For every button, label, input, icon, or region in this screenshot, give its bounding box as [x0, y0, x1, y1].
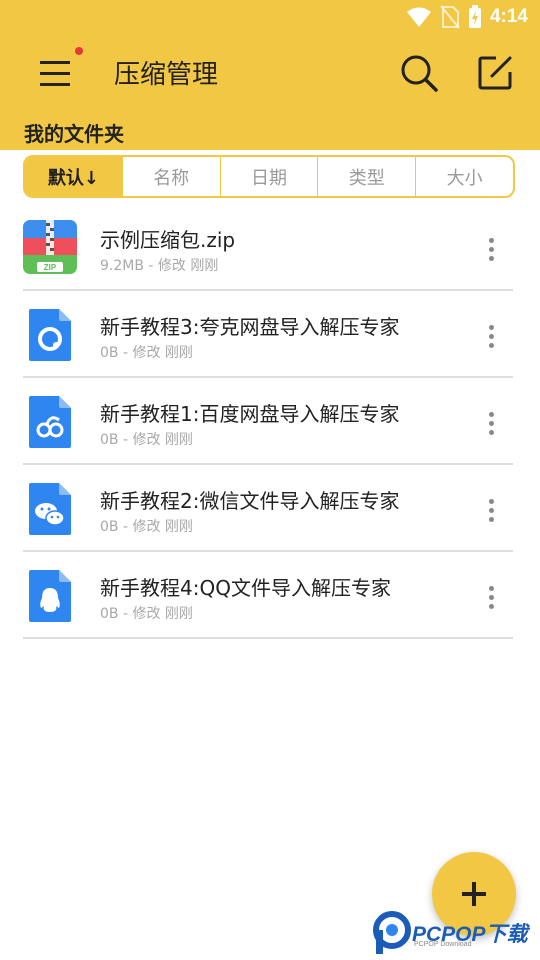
quark-doc-icon — [29, 309, 71, 361]
sort-tab-type[interactable]: 类型 — [317, 157, 415, 196]
status-time: 4:14 — [489, 6, 528, 27]
folder-header: 我的文件夹 — [0, 114, 540, 150]
file-meta: 0B - 修改 刚刚 — [100, 606, 193, 622]
sort-tabs: 默认↓ 名称 日期 类型 大小 — [23, 155, 515, 198]
zip-icon-label: ZIP — [44, 263, 57, 272]
more-options-button[interactable] — [479, 582, 503, 612]
battery-charging-icon — [468, 5, 481, 28]
plus-icon — [462, 882, 486, 906]
search-icon — [401, 55, 438, 92]
sort-tab-date[interactable]: 日期 — [219, 157, 318, 196]
file-meta: 9.2MB - 修改 刚刚 — [100, 258, 219, 274]
wechat-doc-icon — [29, 483, 71, 535]
file-name: 新手教程3:夸克网盘导入解压专家 — [100, 315, 400, 339]
more-options-button[interactable] — [479, 495, 503, 525]
notification-dot — [75, 47, 83, 55]
file-name: 新手教程2:微信文件导入解压专家 — [100, 489, 400, 513]
no-sim-icon — [440, 5, 460, 29]
qq-doc-icon — [29, 570, 71, 622]
sort-tab-default[interactable]: 默认↓ — [25, 157, 122, 196]
file-row[interactable]: 新手教程3:夸克网盘导入解压专家 0B - 修改 刚刚 — [23, 291, 513, 378]
file-row[interactable]: ZIP 示例压缩包.zip 9.2MB - 修改 刚刚 — [23, 204, 513, 291]
menu-button[interactable] — [34, 56, 78, 92]
status-icons: 4:14 — [406, 5, 528, 29]
file-name: 新手教程1:百度网盘导入解压专家 — [100, 402, 400, 426]
wifi-icon — [406, 7, 431, 27]
baidu-doc-icon — [29, 396, 71, 448]
sort-tab-size[interactable]: 大小 — [415, 157, 513, 196]
file-list: ZIP 示例压缩包.zip 9.2MB - 修改 刚刚 新手教程3:夸克网盘导入… — [23, 204, 540, 639]
file-name: 示例压缩包.zip — [100, 228, 236, 252]
file-meta: 0B - 修改 刚刚 — [100, 432, 193, 448]
file-row[interactable]: 新手教程1:百度网盘导入解压专家 0B - 修改 刚刚 — [23, 378, 513, 465]
hamburger-menu-icon — [40, 61, 70, 86]
app-title: 压缩管理 — [114, 60, 219, 90]
file-row[interactable]: 新手教程2:微信文件导入解压专家 0B - 修改 刚刚 — [23, 465, 513, 552]
zip-file-icon: ZIP — [23, 220, 77, 274]
file-row[interactable]: 新手教程4:QQ文件导入解压专家 0B - 修改 刚刚 — [23, 552, 513, 639]
more-options-button[interactable] — [479, 408, 503, 438]
file-meta: 0B - 修改 刚刚 — [100, 345, 193, 361]
more-options-button[interactable] — [479, 234, 503, 264]
watermark: PCPOP下载 PCPOP Download — [372, 908, 540, 958]
folder-title: 我的文件夹 — [24, 122, 124, 146]
more-options-button[interactable] — [479, 321, 503, 351]
watermark-subtext: PCPOP Download — [414, 941, 472, 948]
pcpop-logo-icon — [373, 911, 411, 954]
edit-button[interactable] — [474, 52, 516, 94]
edit-icon — [478, 56, 512, 90]
search-button[interactable] — [398, 52, 440, 94]
app-bar: 压缩管理 — [0, 34, 540, 114]
file-meta: 0B - 修改 刚刚 — [100, 519, 193, 535]
status-bar: 4:14 — [0, 0, 540, 34]
sort-tab-name[interactable]: 名称 — [121, 157, 220, 196]
file-name: 新手教程4:QQ文件导入解压专家 — [100, 576, 391, 600]
